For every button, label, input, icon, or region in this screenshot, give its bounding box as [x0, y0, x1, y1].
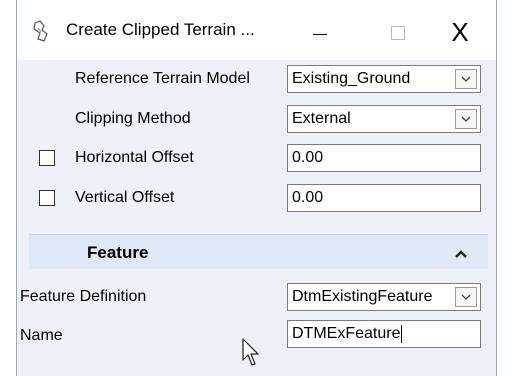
vertical-offset-checkbox[interactable]: [39, 190, 55, 206]
minimize-button[interactable]: [295, 12, 345, 52]
feature-definition-value: DtmExistingFeature: [292, 288, 433, 305]
reference-terrain-model-label: Reference Terrain Model: [75, 70, 250, 87]
name-input[interactable]: DTMExFeature: [287, 320, 481, 348]
text-caret: [401, 324, 403, 343]
clipping-method-label: Clipping Method: [75, 110, 191, 127]
clipping-method-value: External: [292, 110, 351, 127]
feature-section-title: Feature: [87, 243, 149, 262]
mouse-pointer-icon: [242, 338, 262, 373]
vertical-offset-input[interactable]: 0.00: [287, 184, 481, 212]
chevron-down-icon[interactable]: [455, 69, 477, 89]
title-bar[interactable]: Create Clipped Terrain ... X: [17, 0, 496, 60]
clipping-method-dropdown[interactable]: External: [287, 105, 481, 133]
feature-section-header[interactable]: Feature: [29, 234, 488, 269]
minimize-icon: [313, 34, 327, 35]
name-label: Name: [20, 327, 63, 344]
close-button[interactable]: X: [435, 12, 485, 52]
feature-definition-dropdown[interactable]: DtmExistingFeature: [287, 283, 481, 311]
vertical-offset-label: Vertical Offset: [75, 189, 175, 206]
reference-terrain-model-value: Existing_Ground: [292, 70, 411, 87]
close-icon: X: [451, 17, 469, 47]
reference-terrain-model-dropdown[interactable]: Existing_Ground: [287, 65, 481, 93]
horizontal-offset-checkbox[interactable]: [39, 150, 55, 166]
feature-definition-label: Feature Definition: [20, 288, 147, 305]
maximize-icon: [391, 26, 405, 40]
name-value: DTMExFeature: [292, 325, 401, 342]
chevron-down-icon[interactable]: [455, 109, 477, 129]
create-clipped-terrain-dialog: Create Clipped Terrain ... X Reference T…: [16, 0, 497, 376]
horizontal-offset-input[interactable]: 0.00: [287, 144, 481, 172]
terrain-app-icon: [31, 20, 53, 42]
chevron-up-icon[interactable]: [454, 246, 468, 264]
horizontal-offset-label: Horizontal Offset: [75, 149, 194, 166]
maximize-button[interactable]: [373, 12, 423, 52]
chevron-down-icon[interactable]: [455, 287, 477, 307]
window-title: Create Clipped Terrain ...: [66, 20, 255, 39]
